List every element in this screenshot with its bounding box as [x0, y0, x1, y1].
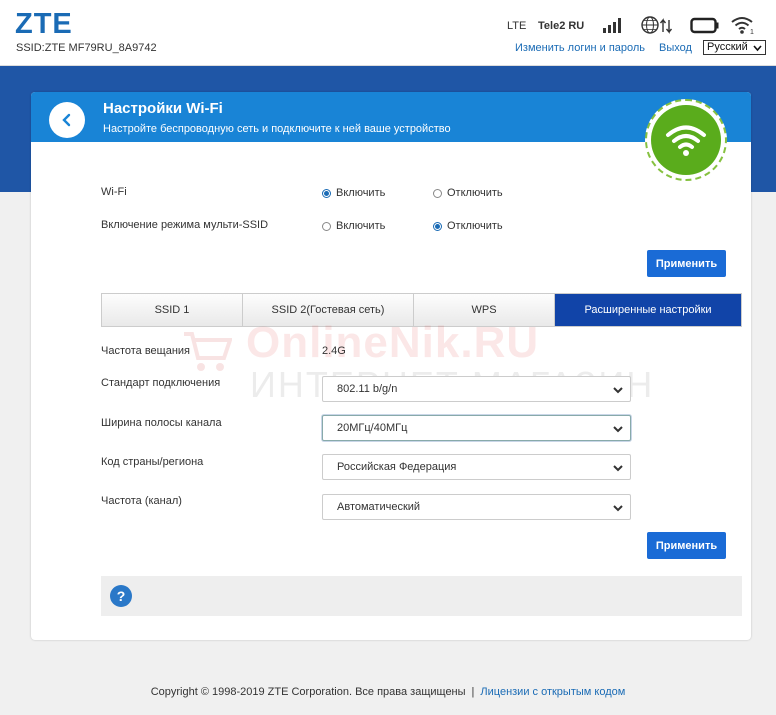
multi-ssid-on-radio[interactable]: Включить [322, 220, 385, 232]
standard-label: Стандарт подключения [101, 377, 221, 389]
logout-link[interactable]: Выход [659, 42, 692, 54]
bandwidth-select-value: 20МГц/40МГц [337, 422, 408, 434]
copyright-text: Copyright © 1998-2019 ZTE Corporation. В… [150, 686, 466, 698]
wifi-on-radio[interactable]: Включить [322, 187, 385, 199]
chevron-down-icon [613, 387, 623, 394]
bandwidth-select[interactable]: 20МГц/40МГц [322, 415, 631, 441]
network-type: LTE [507, 20, 527, 32]
frequency-value: 2.4G [322, 345, 346, 357]
change-login-link[interactable]: Изменить логин и пароль [515, 42, 645, 54]
wifi-label: Wi-Fi [101, 186, 127, 198]
footer-separator: | [471, 686, 475, 698]
frequency-label: Частота вещания [101, 345, 191, 357]
chevron-down-icon [613, 505, 623, 512]
ssid-label: SSID:ZTE MF79RU_8A9742 [16, 42, 157, 54]
wifi-off-radio[interactable]: Отключить [433, 187, 503, 199]
card-header: Настройки Wi-Fi Настройте беспроводную с… [31, 92, 751, 142]
standard-select-value: 802.11 b/g/n [337, 383, 398, 395]
operator-name: Tele2 RU [538, 20, 585, 32]
tab-ssid1[interactable]: SSID 1 [102, 294, 243, 326]
help-icon[interactable]: ? [110, 585, 132, 607]
channel-label: Частота (канал) [101, 495, 182, 507]
channel-select-value: Автоматический [337, 501, 421, 513]
radio-dot [433, 221, 442, 231]
chevron-down-icon [613, 465, 623, 472]
radio-dot [322, 188, 331, 198]
wifi-badge [645, 99, 727, 181]
page-title: Настройки Wi-Fi [103, 100, 223, 117]
country-select-value: Российская Федерация [337, 461, 457, 473]
radio-dot [433, 188, 442, 198]
bandwidth-label: Ширина полосы канала [101, 417, 222, 429]
multi-ssid-on-label: Включить [336, 220, 386, 232]
svg-text:1: 1 [750, 29, 754, 35]
language-select-value: Русский [707, 41, 748, 53]
battery-icon [690, 17, 719, 34]
country-select[interactable]: Российская Федерация [322, 454, 631, 480]
apply-button-top[interactable]: Применить [647, 250, 726, 277]
open-source-license-link[interactable]: Лицензии с открытым кодом [480, 686, 625, 698]
footer: Copyright © 1998-2019 ZTE Corporation. В… [0, 686, 776, 698]
wifi-on-label: Включить [336, 187, 386, 199]
wifi-icon [666, 125, 706, 156]
wifi-off-label: Отключить [447, 187, 503, 199]
watermark-title: OnlineNik.RU [246, 318, 540, 367]
signal-strength-icon [603, 18, 621, 33]
help-bar: ? [101, 576, 742, 616]
language-select[interactable]: Русский [703, 40, 766, 55]
zte-logo: ZTE [15, 8, 73, 40]
chevron-left-icon [62, 113, 71, 127]
top-header: ZTE SSID:ZTE MF79RU_8A9742 LTE Tele2 RU … [0, 0, 776, 66]
radio-dot [322, 221, 331, 231]
chevron-down-icon [753, 45, 762, 52]
chevron-down-icon [613, 426, 623, 433]
tab-advanced[interactable]: Расширенные настройки [555, 294, 741, 326]
wifi-status-icon: 1 [731, 17, 754, 35]
internet-connection-icon [641, 16, 673, 34]
page-subtitle: Настройте беспроводную сеть и подключите… [103, 123, 451, 135]
multi-ssid-off-radio[interactable]: Отключить [433, 220, 503, 232]
channel-select[interactable]: Автоматический [322, 494, 631, 520]
multi-ssid-off-label: Отключить [447, 220, 503, 232]
multi-ssid-label: Включение режима мульти-SSID [101, 219, 269, 231]
apply-button-bottom[interactable]: Применить [647, 532, 726, 559]
back-button[interactable] [49, 102, 85, 138]
standard-select[interactable]: 802.11 b/g/n [322, 376, 631, 402]
country-label: Код страны/региона [101, 456, 204, 468]
